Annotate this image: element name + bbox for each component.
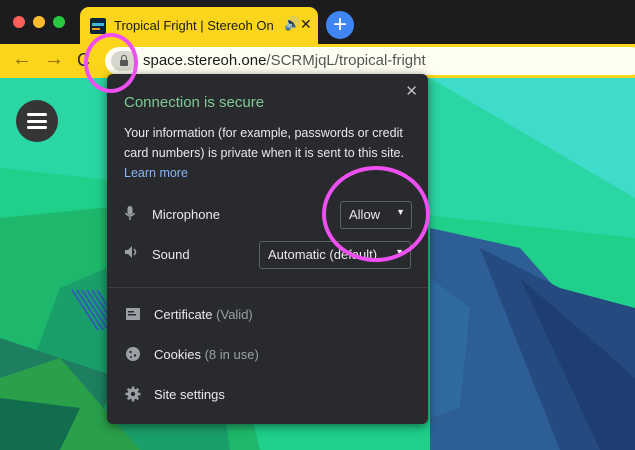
popup-title: Connection is secure: [124, 94, 265, 111]
close-icon[interactable]: ✕: [300, 16, 312, 33]
speaker-icon[interactable]: 🔊: [284, 16, 300, 32]
close-icon[interactable]: ✕: [405, 82, 418, 100]
maximize-window-button[interactable]: [53, 16, 65, 28]
annotation-circle-lock: [84, 33, 138, 93]
certificate-status: (Valid): [216, 307, 253, 322]
cookies-label: Cookies: [154, 347, 201, 362]
certificate-icon: [126, 308, 140, 320]
forward-arrow-icon[interactable]: →: [44, 48, 64, 71]
hamburger-menu-button[interactable]: [16, 100, 58, 142]
microphone-icon: [124, 205, 136, 224]
site-settings-label: Site settings: [154, 387, 225, 402]
cookies-count: (8 in use): [204, 347, 259, 362]
microphone-label: Microphone: [152, 207, 220, 222]
new-tab-button[interactable]: +: [326, 11, 354, 39]
address-bar[interactable]: space.stereoh.one/SCRMjqL/tropical-frigh…: [105, 47, 635, 75]
speaker-icon: [124, 245, 140, 262]
site-favicon-icon: [90, 18, 106, 34]
tab-title: Tropical Fright | Stereoh On: [114, 18, 274, 33]
site-settings-link[interactable]: Site settings: [124, 383, 414, 407]
gear-icon: [125, 386, 141, 402]
certificate-label: Certificate: [154, 307, 213, 322]
back-arrow-icon[interactable]: ←: [12, 48, 32, 71]
description-text: Your information (for example, passwords…: [124, 126, 404, 160]
sound-label: Sound: [152, 247, 190, 262]
url-text[interactable]: space.stereoh.one/SCRMjqL/tropical-frigh…: [143, 52, 426, 69]
cookies-link[interactable]: Cookies (8 in use): [124, 343, 414, 367]
learn-more-link[interactable]: Learn more: [124, 166, 188, 180]
minimize-window-button[interactable]: [33, 16, 45, 28]
annotation-circle-allow: [322, 166, 430, 262]
url-host: space.stereoh.one: [143, 52, 267, 69]
close-window-button[interactable]: [13, 16, 25, 28]
popup-divider: [107, 287, 428, 288]
cookie-icon: [126, 347, 140, 361]
url-path: /SCRMjqL/tropical-fright: [266, 52, 426, 69]
certificate-link[interactable]: Certificate (Valid): [124, 303, 414, 327]
